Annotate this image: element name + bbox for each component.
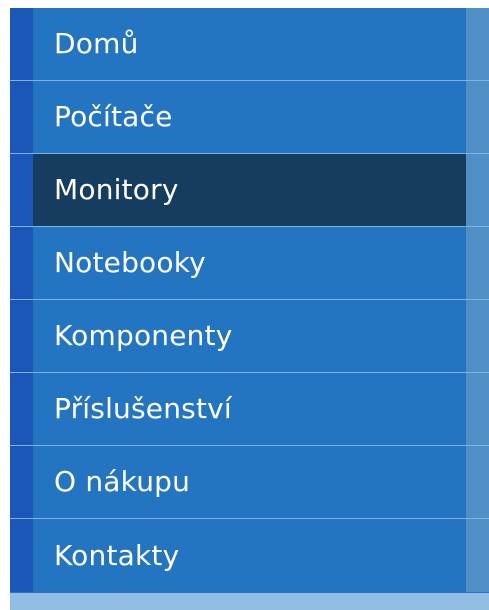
bottom-bar	[10, 593, 489, 610]
nav-item-label: Komponenty	[54, 319, 233, 352]
page: Domů Počítače Monitory Notebooky Kompone…	[0, 0, 489, 610]
nav-item-label: Počítače	[54, 100, 173, 133]
main-navigation: Domů Počítače Monitory Notebooky Kompone…	[10, 8, 489, 593]
nav-item-label: O nákupu	[54, 465, 191, 498]
nav-item-label: Domů	[54, 27, 139, 60]
nav-item-komponenty[interactable]: Komponenty	[10, 300, 489, 373]
nav-item-notebooky[interactable]: Notebooky	[10, 227, 489, 300]
nav-accent	[10, 227, 33, 299]
nav-right-strip	[466, 300, 489, 372]
nav-accent	[10, 300, 33, 372]
nav-item-o-nakupu[interactable]: O nákupu	[10, 446, 489, 519]
nav-right-strip	[466, 519, 489, 592]
nav-right-strip	[466, 154, 489, 226]
nav-item-label: Kontakty	[54, 538, 180, 572]
nav-accent	[10, 8, 33, 80]
nav-accent	[10, 154, 33, 226]
nav-item-kontakty[interactable]: Kontakty	[10, 519, 489, 592]
nav-item-label: Notebooky	[54, 246, 206, 279]
nav-item-pocitace[interactable]: Počítače	[10, 81, 489, 154]
nav-right-strip	[466, 81, 489, 153]
left-border	[0, 8, 10, 601]
nav-accent	[10, 446, 33, 518]
nav-right-strip	[466, 373, 489, 445]
nav-item-monitory[interactable]: Monitory	[10, 154, 489, 227]
nav-accent	[10, 519, 33, 592]
nav-item-prislusenstvi[interactable]: Příslušenství	[10, 373, 489, 446]
nav-item-label: Příslušenství	[54, 392, 232, 425]
nav-right-strip	[466, 8, 489, 80]
nav-right-strip	[466, 227, 489, 299]
nav-item-domu[interactable]: Domů	[10, 8, 489, 81]
nav-accent	[10, 81, 33, 153]
nav-item-label: Monitory	[54, 173, 179, 206]
nav-right-strip	[466, 446, 489, 518]
nav-accent	[10, 373, 33, 445]
